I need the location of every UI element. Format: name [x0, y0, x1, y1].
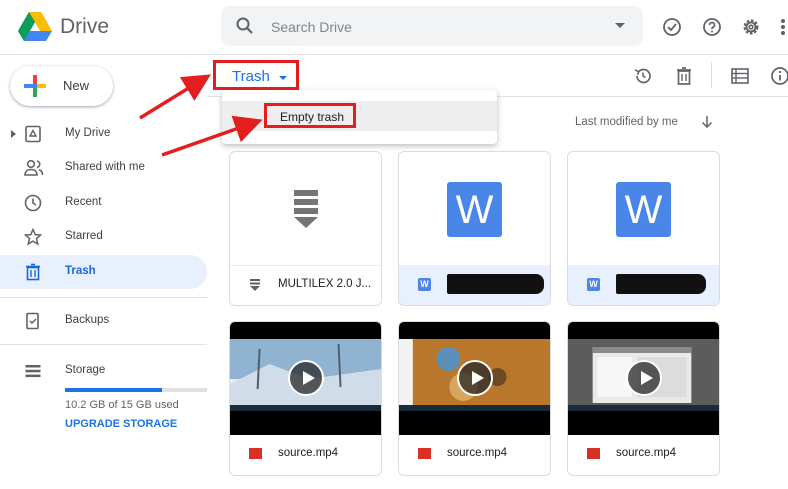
info-icon[interactable] [770, 66, 788, 86]
file-name: source.mp4 [447, 447, 508, 459]
file-card[interactable]: W W [398, 151, 551, 306]
play-icon[interactable] [457, 360, 493, 396]
file-thumbnail: W [568, 152, 719, 265]
menu-item-label: Empty trash [280, 110, 345, 124]
file-footer: W [399, 265, 550, 305]
word-doc-icon: W [447, 182, 502, 237]
sidebar-item-shared-with-me[interactable]: Shared with me [0, 151, 207, 185]
word-file-icon: W [587, 278, 600, 291]
people-icon [24, 159, 44, 176]
backups-icon [26, 312, 39, 330]
play-icon[interactable] [288, 360, 324, 396]
clock-icon [24, 194, 42, 212]
file-footer: source.mp4 [230, 435, 381, 475]
word-doc-icon: W [616, 182, 671, 237]
plus-icon [24, 75, 46, 97]
file-footer: MULTILEX 2.0 J... [230, 265, 381, 305]
search-options-icon[interactable] [615, 23, 625, 28]
drive-logo-icon[interactable] [18, 10, 52, 42]
expand-arrow-icon[interactable] [11, 130, 16, 138]
file-card[interactable]: source.mp4 [229, 321, 382, 476]
sidebar-item-label: Shared with me [65, 161, 145, 173]
file-thumbnail [230, 152, 381, 265]
file-footer: source.mp4 [399, 435, 550, 475]
redacted-file-name [447, 274, 544, 294]
storage-usage-fill [65, 388, 162, 392]
file-thumbnail: W [399, 152, 550, 265]
redacted-file-name [616, 274, 706, 294]
file-card[interactable]: MULTILEX 2.0 J... [229, 151, 382, 306]
sidebar-item-my-drive[interactable]: My Drive [0, 117, 207, 151]
sidebar-item-label: Recent [65, 196, 102, 208]
trash-icon [26, 263, 40, 281]
video-file-icon [249, 448, 262, 459]
star-icon [24, 228, 42, 246]
search-bar[interactable] [221, 6, 643, 46]
search-icon[interactable] [235, 16, 255, 36]
app-header: Drive [0, 0, 788, 55]
file-card[interactable]: source.mp4 [398, 321, 551, 476]
list-view-icon[interactable] [731, 67, 749, 85]
offline-ready-icon[interactable] [662, 17, 682, 37]
video-file-icon [418, 448, 431, 459]
search-input[interactable] [269, 14, 593, 40]
file-card[interactable]: W W [567, 151, 720, 306]
archive-file-icon [250, 279, 260, 291]
file-footer: source.mp4 [568, 435, 719, 475]
new-button[interactable]: New [10, 66, 113, 106]
help-icon[interactable] [702, 17, 722, 37]
sidebar-item-label: Backups [65, 314, 110, 326]
arrow-down-icon[interactable] [700, 115, 714, 129]
chevron-down-icon [279, 76, 287, 80]
storage-label: Storage [65, 364, 106, 376]
video-thumbnail [399, 322, 550, 435]
sidebar-item-storage[interactable]: Storage [0, 354, 207, 388]
sidebar-divider [0, 344, 207, 345]
video-thumbnail [230, 322, 381, 435]
sidebar-divider [0, 297, 207, 298]
file-name: source.mp4 [278, 447, 339, 459]
more-options-icon[interactable] [778, 17, 788, 37]
storage-usage-bar [65, 388, 207, 392]
file-footer: W [568, 265, 719, 305]
settings-gear-icon[interactable] [741, 17, 761, 37]
file-name: MULTILEX 2.0 J... [278, 278, 372, 290]
toolbar-divider [711, 62, 712, 88]
sidebar-item-label: Trash [65, 265, 96, 277]
arrow-to-trash-title [139, 74, 211, 120]
word-file-icon: W [418, 278, 431, 291]
empty-trash-highlight[interactable]: Empty trash [264, 103, 356, 128]
new-button-label: New [63, 78, 90, 93]
video-file-icon [587, 448, 600, 459]
restore-history-icon[interactable] [633, 66, 653, 86]
file-card[interactable]: source.mp4 [567, 321, 720, 476]
storage-icon [25, 365, 41, 378]
storage-used-text: 10.2 GB of 15 GB used [65, 399, 179, 411]
page-title: Trash [232, 68, 270, 85]
archive-icon [294, 190, 318, 228]
sidebar-item-label: Starred [65, 230, 103, 242]
sidebar-item-label: My Drive [65, 127, 111, 139]
my-drive-icon [25, 125, 41, 143]
sidebar-item-backups[interactable]: Backups [0, 304, 207, 338]
sort-by-label[interactable]: Last modified by me [575, 116, 678, 128]
upgrade-storage-link[interactable]: UPGRADE STORAGE [65, 418, 177, 430]
sidebar-item-trash[interactable]: Trash [0, 255, 207, 289]
sidebar-item-recent[interactable]: Recent [0, 186, 207, 220]
app-name: Drive [60, 15, 110, 38]
video-thumbnail [568, 322, 719, 435]
sidebar-item-starred[interactable]: Starred [0, 220, 207, 254]
trash-title-dropdown[interactable]: Trash [213, 60, 299, 90]
delete-forever-icon[interactable] [674, 66, 694, 86]
play-icon[interactable] [626, 360, 662, 396]
file-name: source.mp4 [616, 447, 677, 459]
